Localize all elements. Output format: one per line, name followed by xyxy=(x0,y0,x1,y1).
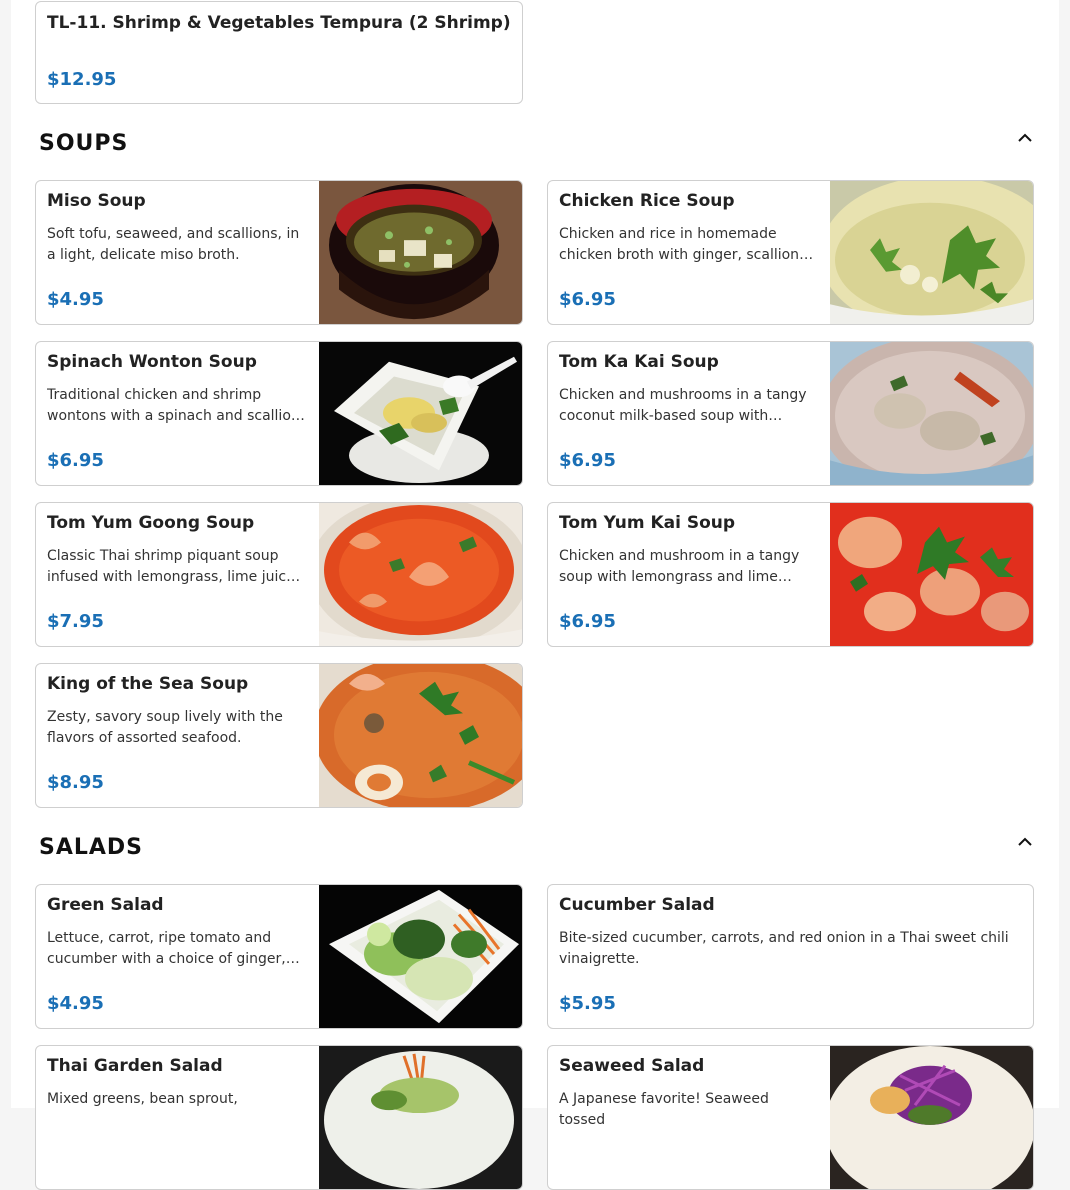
menu-item-card[interactable]: Green Salad Lettuce, carrot, ripe tomato… xyxy=(35,884,523,1029)
item-name: Tom Yum Kai Soup xyxy=(559,513,736,533)
section-title-soups: SOUPS xyxy=(39,131,129,156)
item-name: Seaweed Salad xyxy=(559,1056,705,1076)
item-price: $7.95 xyxy=(47,611,104,632)
item-name: Tom Yum Goong Soup xyxy=(47,513,255,533)
item-price: $6.95 xyxy=(47,450,104,471)
item-description: Zesty, savory soup lively with the flavo… xyxy=(47,709,283,746)
menu-item-card[interactable]: King of the Sea Soup Zesty, savory soup … xyxy=(35,663,523,808)
thai-garden-salad-photo xyxy=(319,1046,522,1189)
tom-ka-kai-soup-photo xyxy=(830,342,1033,485)
menu-item-card[interactable]: Tom Ka Kai Soup Chicken and mushrooms in… xyxy=(547,341,1034,486)
item-description: Chicken and mushrooms in a tangy coconut… xyxy=(559,387,807,424)
item-description: Mixed greens, bean sprout, xyxy=(47,1091,238,1107)
collapse-soups-button[interactable] xyxy=(1011,124,1039,152)
miso-soup-photo xyxy=(319,181,522,324)
collapse-salads-button[interactable] xyxy=(1011,828,1039,856)
item-name: Spinach Wonton Soup xyxy=(47,352,257,372)
item-price: $5.95 xyxy=(559,993,616,1014)
menu-item-card[interactable]: Spinach Wonton Soup Traditional chicken … xyxy=(35,341,523,486)
tom-yum-kai-soup-photo xyxy=(830,503,1033,646)
item-price: $12.95 xyxy=(47,69,117,90)
item-name: Chicken Rice Soup xyxy=(559,191,735,211)
item-name: TL-11. Shrimp & Vegetables Tempura (2 Sh… xyxy=(47,13,511,33)
chicken-rice-soup-photo xyxy=(830,181,1033,324)
item-description: A Japanese favorite! Seaweed tossed xyxy=(559,1091,769,1128)
chevron-up-icon xyxy=(1018,133,1032,142)
item-price: $4.95 xyxy=(47,993,104,1014)
king-of-the-sea-soup-photo xyxy=(319,664,522,807)
chevron-up-icon xyxy=(1018,837,1032,846)
item-description: Chicken and rice in homemade chicken bro… xyxy=(559,226,807,263)
menu-item-card[interactable]: Thai Garden Salad Mixed greens, bean spr… xyxy=(35,1045,523,1190)
item-description: Chicken and mushroom in a tangy soup wit… xyxy=(559,548,800,585)
item-price: $6.95 xyxy=(559,289,616,310)
menu-item-card[interactable]: Tom Yum Goong Soup Classic Thai shrimp p… xyxy=(35,502,523,647)
spinach-wonton-soup-photo xyxy=(319,342,522,485)
menu-item-card[interactable]: Miso Soup Soft tofu, seaweed, and scalli… xyxy=(35,180,523,325)
menu-item-card[interactable]: Tom Yum Kai Soup Chicken and mushroom in… xyxy=(547,502,1034,647)
item-price: $6.95 xyxy=(559,450,616,471)
section-title-salads: SALADS xyxy=(39,835,144,860)
item-name: King of the Sea Soup xyxy=(47,674,249,694)
menu-item-card[interactable]: TL-11. Shrimp & Vegetables Tempura (2 Sh… xyxy=(35,1,523,104)
item-name: Tom Ka Kai Soup xyxy=(559,352,719,372)
tom-yum-goong-soup-photo xyxy=(319,503,522,646)
menu-item-card[interactable]: Cucumber Salad Bite-sized cucumber, carr… xyxy=(547,884,1034,1029)
seaweed-salad-photo xyxy=(830,1046,1033,1189)
item-name: Cucumber Salad xyxy=(559,895,715,915)
item-description: Bite-sized cucumber, carrots, and red on… xyxy=(559,930,1009,967)
item-name: Miso Soup xyxy=(47,191,146,211)
menu-item-card[interactable]: Chicken Rice Soup Chicken and rice in ho… xyxy=(547,180,1034,325)
item-description: Lettuce, carrot, ripe tomato and cucumbe… xyxy=(47,930,286,967)
item-price: $8.95 xyxy=(47,772,104,793)
item-price: $6.95 xyxy=(559,611,616,632)
item-name: Green Salad xyxy=(47,895,164,915)
menu-item-card[interactable]: Seaweed Salad A Japanese favorite! Seawe… xyxy=(547,1045,1034,1190)
item-description: Classic Thai shrimp piquant soup infused… xyxy=(47,548,295,585)
green-salad-photo xyxy=(319,885,522,1028)
item-description: Soft tofu, seaweed, and scallions, in a … xyxy=(47,226,300,263)
menu-page: TL-11. Shrimp & Vegetables Tempura (2 Sh… xyxy=(11,0,1059,1190)
item-name: Thai Garden Salad xyxy=(47,1056,223,1076)
item-description: Traditional chicken and shrimp wontons w… xyxy=(47,387,300,424)
item-price: $4.95 xyxy=(47,289,104,310)
